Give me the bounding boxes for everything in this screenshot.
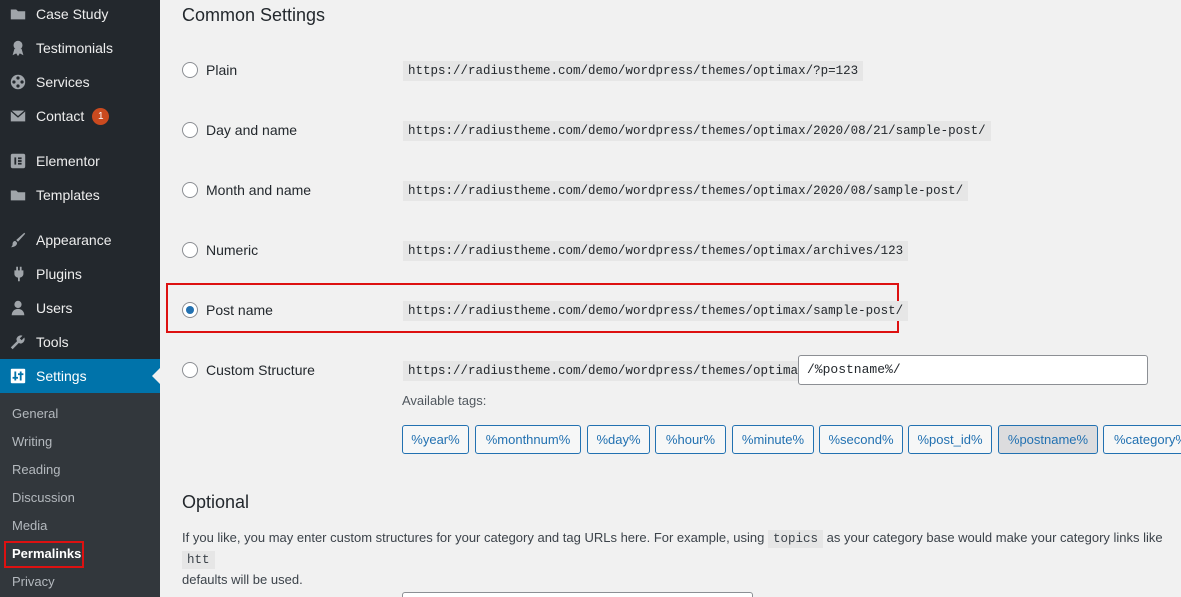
url-example-day-and-name: https://radiustheme.com/demo/wordpress/t…	[403, 121, 991, 141]
sidebar-item-users[interactable]: Users	[0, 291, 160, 325]
permalinks-highlight-box	[4, 541, 84, 568]
sidebar-item-case-study[interactable]: Case Study	[0, 0, 160, 31]
sidebar-item-label: Tools	[36, 334, 69, 350]
tag-button-minute[interactable]: %minute%	[732, 425, 814, 454]
sidebar-item-tools[interactable]: Tools	[0, 325, 160, 359]
sidebar-item-testimonials[interactable]: Testimonials	[0, 31, 160, 65]
admin-sidebar: Case Study Testimonials Services Contact…	[0, 0, 160, 597]
option-label: Numeric	[206, 242, 259, 258]
sidebar-item-plugins[interactable]: Plugins	[0, 257, 160, 291]
submenu-media[interactable]: Media	[12, 516, 47, 536]
submenu-writing[interactable]: Writing	[12, 432, 52, 452]
sidebar-item-label: Contact	[36, 108, 85, 124]
url-example-month-and-name: https://radiustheme.com/demo/wordpress/t…	[403, 181, 969, 201]
tag-button-year[interactable]: %year%	[402, 425, 469, 454]
tag-button-post-id[interactable]: %post_id%	[908, 425, 992, 454]
common-settings-heading: Common Settings	[182, 5, 326, 25]
envelope-icon	[8, 106, 28, 126]
sidebar-item-services[interactable]: Services	[0, 65, 160, 99]
sidebar-item-settings[interactable]: Settings	[0, 359, 160, 393]
option-label: Post name	[206, 302, 273, 318]
tag-button-category[interactable]: %category%	[1103, 425, 1181, 454]
url-example-numeric: https://radiustheme.com/demo/wordpress/t…	[403, 241, 909, 261]
option-custom-structure[interactable]: Custom Structure	[182, 358, 315, 382]
sidebar-item-label: Elementor	[36, 153, 100, 169]
optional-text-part: defaults will be used.	[182, 572, 303, 587]
radio-month-and-name[interactable]	[182, 182, 198, 198]
submenu-privacy[interactable]: Privacy	[12, 572, 55, 592]
notification-badge: 1	[92, 107, 110, 125]
option-plain[interactable]: Plain	[182, 58, 237, 82]
optional-text-part: as your category base would make your ca…	[826, 530, 1163, 545]
option-label: Custom Structure	[206, 362, 315, 378]
tag-button-second[interactable]: %second%	[819, 425, 903, 454]
folder-icon	[8, 4, 28, 24]
option-post-name[interactable]: Post name	[182, 298, 273, 322]
radio-custom-structure[interactable]	[182, 362, 198, 378]
sidebar-item-contact[interactable]: Contact 1	[0, 99, 160, 133]
plugin-icon	[8, 264, 28, 284]
option-label: Day and name	[206, 122, 298, 138]
radio-numeric[interactable]	[182, 242, 198, 258]
wrench-icon	[8, 332, 28, 352]
option-label: Plain	[206, 62, 238, 78]
example-code-url: htt	[182, 551, 215, 569]
optional-heading: Optional	[182, 492, 250, 512]
url-example-post-name: https://radiustheme.com/demo/wordpress/t…	[403, 301, 909, 321]
award-icon	[8, 38, 28, 58]
option-month-and-name[interactable]: Month and name	[182, 178, 311, 202]
sidebar-item-templates[interactable]: Templates	[0, 178, 160, 212]
sidebar-item-label: Users	[36, 300, 73, 316]
sidebar-item-label: Services	[36, 74, 90, 90]
folder-icon	[8, 185, 28, 205]
settings-sliders-icon	[8, 366, 28, 386]
paintbrush-icon	[8, 230, 28, 250]
user-icon	[8, 298, 28, 318]
option-label: Month and name	[206, 182, 312, 198]
tag-button-hour[interactable]: %hour%	[655, 425, 726, 454]
option-day-and-name[interactable]: Day and name	[182, 118, 297, 142]
submenu-general[interactable]: General	[12, 404, 58, 424]
radio-day-and-name[interactable]	[182, 122, 198, 138]
optional-description: If you like, you may enter custom struct…	[182, 528, 1181, 590]
example-code-topics: topics	[768, 530, 824, 548]
main-content: Common Settings Plain https://radiusthem…	[160, 0, 1181, 597]
tag-button-postname[interactable]: %postname%	[998, 425, 1098, 454]
sidebar-item-elementor[interactable]: Elementor	[0, 144, 160, 178]
sidebar-item-label: Templates	[36, 187, 100, 203]
option-numeric[interactable]: Numeric	[182, 238, 258, 262]
elementor-icon	[8, 151, 28, 171]
sidebar-item-label: Settings	[36, 368, 87, 384]
submenu-reading[interactable]: Reading	[12, 460, 60, 480]
url-example-plain: https://radiustheme.com/demo/wordpress/t…	[403, 61, 864, 81]
sidebar-item-label: Appearance	[36, 232, 112, 248]
submenu-discussion[interactable]: Discussion	[12, 488, 75, 508]
tag-button-monthnum[interactable]: %monthnum%	[475, 425, 581, 454]
film-reel-icon	[8, 72, 28, 92]
radio-post-name[interactable]	[182, 302, 198, 318]
optional-text-part: If you like, you may enter custom struct…	[182, 530, 765, 545]
category-base-input[interactable]	[402, 592, 753, 597]
sidebar-item-label: Testimonials	[36, 40, 114, 56]
sidebar-item-label: Case Study	[36, 6, 109, 22]
radio-plain[interactable]	[182, 62, 198, 78]
sidebar-item-appearance[interactable]: Appearance	[0, 223, 160, 257]
tag-button-day[interactable]: %day%	[587, 425, 650, 454]
url-prefix-custom-structure: https://radiustheme.com/demo/wordpress/t…	[403, 361, 811, 381]
sidebar-item-label: Plugins	[36, 266, 82, 282]
available-tags-label: Available tags:	[402, 393, 487, 408]
custom-structure-input[interactable]: /%postname%/	[798, 355, 1148, 385]
